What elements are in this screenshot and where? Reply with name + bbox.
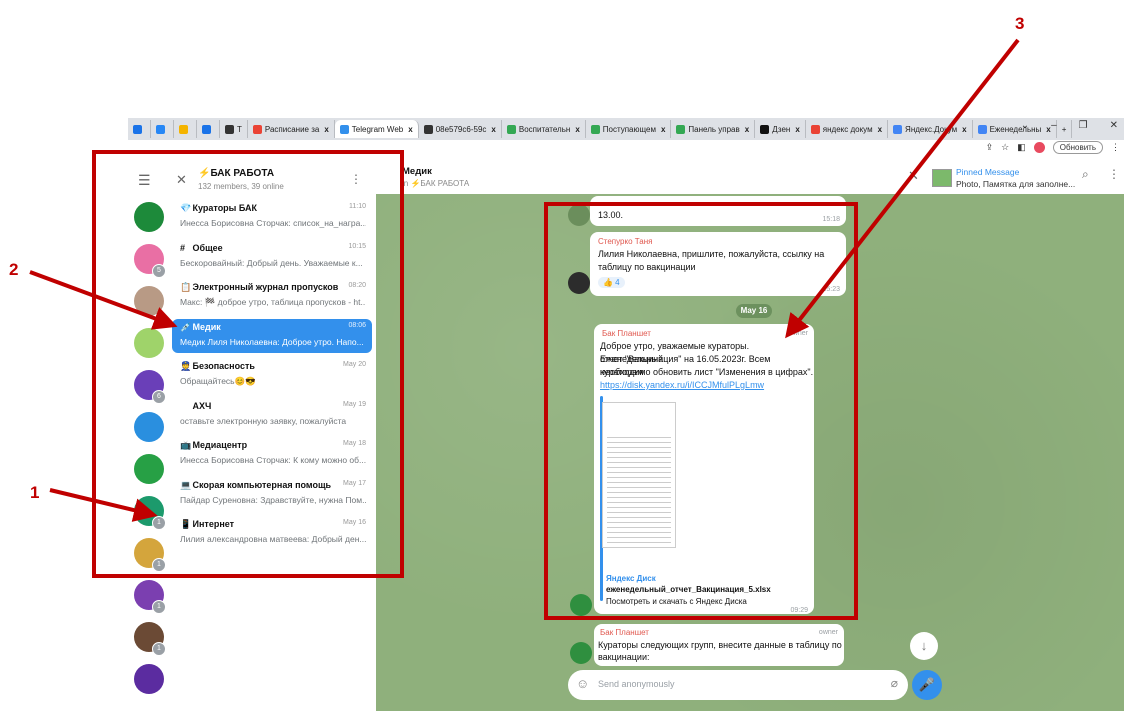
annotation-arrow-1 [49,488,158,522]
annotation-arrow-3 [785,38,1020,339]
annotation-arrows [29,38,1020,522]
annotation-arrow-2 [29,270,178,330]
